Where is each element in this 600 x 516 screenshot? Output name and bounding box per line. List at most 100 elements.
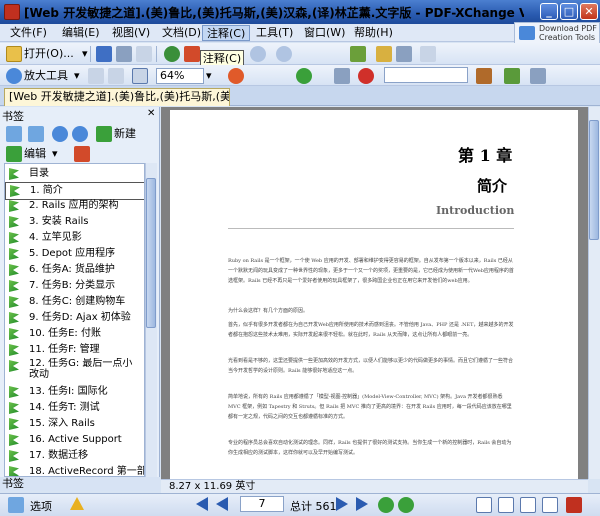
fit-width-icon[interactable] — [132, 68, 148, 84]
page-number-input[interactable]: 7 — [240, 496, 284, 512]
find-icon[interactable] — [476, 68, 492, 84]
zoom-out-icon[interactable] — [228, 68, 244, 84]
bookmark-item[interactable]: 3. 安装 Rails — [5, 214, 144, 230]
search-options-icon[interactable] — [504, 68, 520, 84]
bookmark-item[interactable]: 13. 任务I: 国际化 — [5, 384, 144, 400]
body-paragraph: 为什么会这样？有几个方面的原因。 — [228, 308, 309, 314]
menu-document[interactable]: 文档(D) — [158, 25, 205, 41]
zoom-in-icon[interactable] — [6, 68, 22, 84]
globe-icon[interactable] — [164, 46, 180, 62]
zoom-level-field[interactable]: 64% — [156, 68, 204, 84]
zoom-in-green-icon[interactable] — [296, 68, 312, 84]
actual-size-icon[interactable] — [88, 68, 104, 84]
monitor-icon — [519, 26, 535, 40]
bookmark-item[interactable]: 8. 任务C: 创建购物车 — [5, 294, 144, 310]
bookmark-item[interactable]: 目录 — [5, 166, 144, 182]
minimize-button[interactable]: _ — [540, 3, 558, 20]
new-bookmark-button[interactable]: 新建 — [114, 126, 136, 142]
bookmark-flag-icon — [9, 216, 19, 228]
properties-icon[interactable] — [420, 46, 436, 62]
bookmark-item[interactable]: 9. 任务D: Ajax 初体验 — [5, 310, 144, 326]
bookmark-flag-icon — [9, 296, 19, 308]
bookmark-item[interactable]: 15. 深入 Rails — [5, 416, 144, 432]
zoom-out-icon[interactable] — [72, 126, 88, 142]
save-icon[interactable] — [96, 46, 112, 62]
menu-tools[interactable]: 工具(T) — [252, 25, 297, 41]
undo-icon[interactable] — [250, 46, 266, 62]
bookmark-item[interactable]: 4. 立竿见影 — [5, 230, 144, 246]
search-input[interactable] — [384, 67, 468, 83]
bookmark-item[interactable]: 10. 任务E: 付账 — [5, 326, 144, 342]
menu-window[interactable]: 窗口(W) — [300, 25, 349, 41]
edit-bookmark-button[interactable]: 编辑 — [24, 146, 46, 162]
open-folder-icon[interactable] — [6, 46, 22, 62]
bookmark-item[interactable]: 7. 任务B: 分类显示 — [5, 278, 144, 294]
single-page-view-icon[interactable] — [476, 497, 492, 513]
continuous-view-icon[interactable] — [498, 497, 514, 513]
bookmark-item[interactable]: 6. 任务A: 货品维护 — [5, 262, 144, 278]
bookmark-flag-icon — [9, 312, 19, 324]
separator — [156, 46, 157, 62]
redo-icon[interactable] — [276, 46, 292, 62]
maximize-button[interactable]: □ — [560, 3, 578, 20]
print-icon[interactable] — [116, 46, 132, 62]
previous-page-icon[interactable] — [216, 497, 228, 511]
stamp-icon[interactable] — [184, 46, 200, 62]
zoom-dropdown-icon[interactable]: ▾ — [206, 68, 212, 84]
bookmark-item[interactable]: 14. 任务T: 测试 — [5, 400, 144, 416]
options-icon[interactable] — [8, 497, 24, 513]
bookmark-item[interactable]: 2. Rails 应用的架构 — [5, 198, 144, 214]
link-icon[interactable] — [334, 68, 350, 84]
menu-help[interactable]: 帮助(H) — [350, 25, 397, 41]
body-paragraph: Ruby on Rails 是一个框架，一个使 Web 应用的开发、部署和维护变… — [228, 258, 514, 284]
tools-icon[interactable] — [530, 68, 546, 84]
email-icon[interactable] — [136, 46, 152, 62]
next-page-icon[interactable] — [336, 497, 348, 511]
expand-all-icon[interactable] — [6, 126, 22, 142]
collapse-all-icon[interactable] — [28, 126, 44, 142]
bookmark-item[interactable]: 18. ActiveRecord 第一部 — [5, 464, 144, 476]
zoom-in-icon[interactable] — [52, 126, 68, 142]
bookmark-item[interactable]: 5. Depot 应用程序 — [5, 246, 144, 262]
bookmark-flag-icon — [9, 168, 19, 180]
chapter-title: 简介 — [477, 177, 508, 195]
zoom-tool-dropdown-icon[interactable]: ▾ — [74, 68, 80, 84]
menu-view[interactable]: 视图(V) — [108, 25, 154, 41]
bookmarks-scroll-thumb[interactable] — [146, 178, 156, 328]
menu-edit[interactable]: 编辑(E) — [58, 25, 104, 41]
bookmark-item[interactable]: 11. 任务F: 管理 — [5, 342, 144, 358]
last-page-icon[interactable] — [356, 497, 368, 511]
download-pdf-tools-button[interactable]: Download PDF Creation Tools — [514, 22, 600, 44]
forward-icon[interactable] — [398, 497, 414, 513]
download-badge-text: Download PDF Creation Tools — [539, 24, 597, 42]
panel-close-icon[interactable]: ✕ — [147, 108, 155, 119]
snapshot-icon[interactable] — [396, 46, 412, 62]
edit-dropdown-icon[interactable]: ▾ — [52, 146, 58, 162]
menu-file[interactable]: 文件(F) — [6, 25, 51, 41]
facing-view-icon[interactable] — [520, 497, 536, 513]
warning-icon[interactable] — [70, 497, 84, 510]
pdf-icon[interactable] — [566, 497, 582, 513]
menu-comment[interactable]: 注释(C) — [202, 25, 251, 41]
zoom-tool-button[interactable]: 放大工具 — [24, 68, 68, 84]
fit-page-icon[interactable] — [108, 68, 124, 84]
back-icon[interactable] — [378, 497, 394, 513]
close-button[interactable]: ✕ — [580, 3, 598, 20]
no-entry-icon[interactable] — [358, 68, 374, 84]
open-dropdown-icon[interactable]: ▾ — [82, 46, 88, 62]
bookmark-item[interactable]: 12. 任务G: 最后一点小改动 — [5, 358, 144, 382]
delete-bookmark-icon[interactable] — [74, 146, 90, 162]
select-text-icon[interactable] — [376, 46, 392, 62]
new-bookmark-icon[interactable] — [96, 126, 112, 142]
bookmark-item[interactable]: 17. 数据迁移 — [5, 448, 144, 464]
bookmark-item[interactable]: 16. Active Support — [5, 432, 144, 448]
options-button[interactable]: 选项 — [30, 498, 52, 514]
bookmarks-bottom-tab[interactable]: 书签 — [0, 477, 160, 491]
edit-icon[interactable] — [6, 146, 22, 162]
continuous-facing-view-icon[interactable] — [542, 497, 558, 513]
hand-tool-icon[interactable] — [350, 46, 366, 62]
tab-document[interactable]: [Web 开发敏捷之道].(美)鲁比,(美)托马斯,(美)... — [4, 88, 230, 106]
first-page-icon[interactable] — [196, 497, 208, 511]
open-button[interactable]: 打开(O)... — [24, 46, 74, 62]
page-scroll-thumb[interactable] — [589, 120, 599, 240]
